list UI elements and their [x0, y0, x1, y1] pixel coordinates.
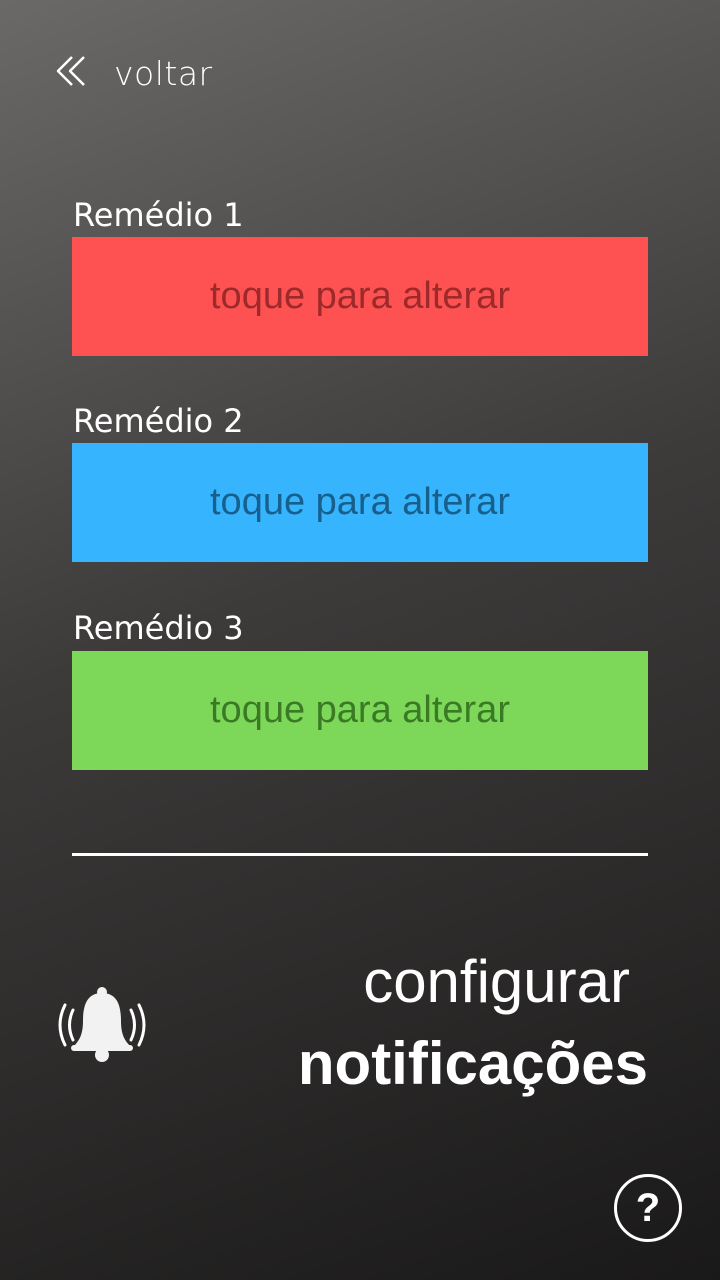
configure-notifications-button[interactable]: configurar notificações: [298, 940, 648, 1104]
help-button[interactable]: ?: [614, 1174, 682, 1242]
notifications-line2: notificações: [297, 1030, 648, 1097]
back-button[interactable]: voltar: [54, 50, 213, 96]
divider: [72, 853, 648, 856]
notifications-line1: configurar: [363, 948, 630, 1015]
medicine-2-button-text: toque para alterar: [210, 481, 510, 523]
medicine-1-label: Remédio 1: [73, 196, 244, 234]
medicine-1-button-text: toque para alterar: [210, 275, 510, 317]
ringing-bell-icon: [52, 985, 152, 1065]
medicine-1-button[interactable]: toque para alterar: [72, 237, 648, 356]
medicine-2-button[interactable]: toque para alterar: [72, 443, 648, 562]
medicine-3-button[interactable]: toque para alterar: [72, 651, 648, 770]
help-icon: ?: [635, 1185, 661, 1230]
medicine-3-label: Remédio 3: [73, 609, 244, 647]
double-chevron-left-icon: [54, 53, 90, 94]
medicine-2-label: Remédio 2: [73, 402, 244, 440]
medicine-3-button-text: toque para alterar: [210, 689, 510, 731]
back-label: voltar: [114, 53, 213, 93]
